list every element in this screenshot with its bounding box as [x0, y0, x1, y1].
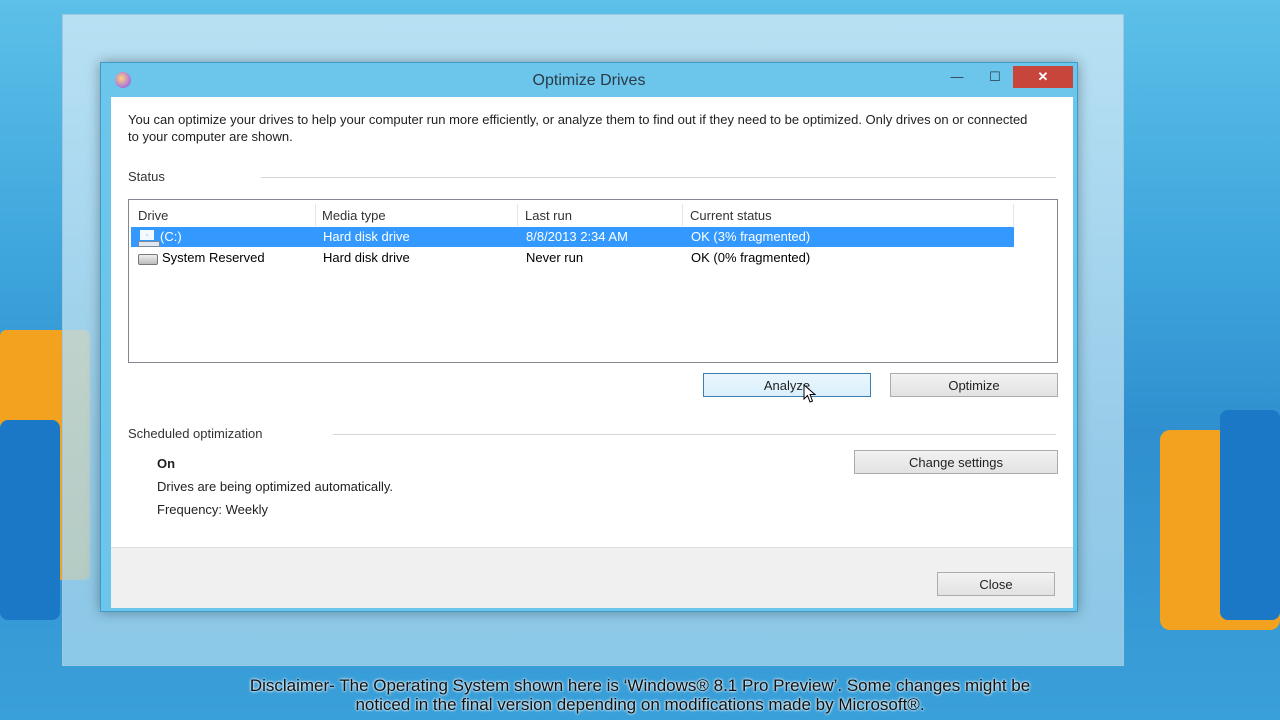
column-separator[interactable] — [682, 204, 683, 226]
change-settings-button[interactable]: Change settings — [854, 450, 1058, 474]
column-separator[interactable] — [517, 204, 518, 226]
dialog-content: You can optimize your drives to help you… — [111, 97, 1073, 608]
schedule-frequency: Frequency: Weekly — [157, 502, 269, 517]
status-group-label: Status — [128, 169, 165, 184]
media-type: Hard disk drive — [323, 250, 410, 265]
title-bar[interactable]: Optimize Drives — ☐ ✕ — [101, 63, 1077, 97]
column-header-media-type[interactable]: Media type — [322, 208, 386, 223]
maximize-button[interactable]: ☐ — [981, 66, 1009, 88]
status-divider — [261, 177, 1056, 178]
last-run: Never run — [526, 250, 584, 265]
drives-list[interactable]: Drive Media type Last run Current status… — [128, 199, 1058, 363]
schedule-detail: Drives are being optimized automatically… — [157, 479, 394, 494]
analyze-button[interactable]: Analyze — [703, 373, 871, 397]
optimize-drives-window: Optimize Drives — ☐ ✕ You can optimize y… — [100, 62, 1078, 612]
close-window-button[interactable]: ✕ — [1013, 66, 1073, 88]
minimize-button[interactable]: — — [943, 66, 971, 88]
disclaimer-caption: Disclaimer- The Operating System shown h… — [0, 676, 1280, 714]
current-status: OK (0% fragmented) — [691, 250, 811, 265]
optimize-button[interactable]: Optimize — [890, 373, 1058, 397]
schedule-state: On — [157, 456, 176, 471]
drive-name: (C:) — [160, 229, 182, 244]
window-title: Optimize Drives — [532, 72, 646, 89]
drive-name: System Reserved — [162, 250, 265, 265]
desktop-background-shape — [0, 420, 60, 620]
desktop-background-shape — [1220, 410, 1280, 620]
windows-drive-icon — [138, 229, 160, 247]
scheduled-divider — [333, 434, 1056, 435]
column-header-drive[interactable]: Drive — [138, 208, 168, 223]
column-separator[interactable] — [315, 204, 316, 226]
column-header-current-status[interactable]: Current status — [690, 208, 772, 223]
last-run: 8/8/2013 2:34 AM — [526, 229, 628, 244]
dialog-footer: Close — [111, 547, 1073, 608]
table-row[interactable]: System Reserved Hard disk drive Never ru… — [131, 248, 1014, 268]
table-row[interactable]: (C:) Hard disk drive 8/8/2013 2:34 AM OK… — [131, 227, 1014, 247]
close-button[interactable]: Close — [937, 572, 1055, 596]
current-status: OK (3% fragmented) — [691, 229, 811, 244]
disclaimer-line-2: noticed in the final version depending o… — [355, 695, 925, 714]
column-separator[interactable] — [1013, 204, 1014, 226]
mouse-cursor-icon — [803, 384, 817, 403]
description-text: You can optimize your drives to help you… — [128, 112, 1028, 144]
column-header-last-run[interactable]: Last run — [525, 208, 572, 223]
media-type: Hard disk drive — [323, 229, 410, 244]
scheduled-group-label: Scheduled optimization — [128, 426, 263, 441]
drive-icon — [138, 254, 158, 265]
disclaimer-line-1: Disclaimer- The Operating System shown h… — [249, 676, 1031, 695]
